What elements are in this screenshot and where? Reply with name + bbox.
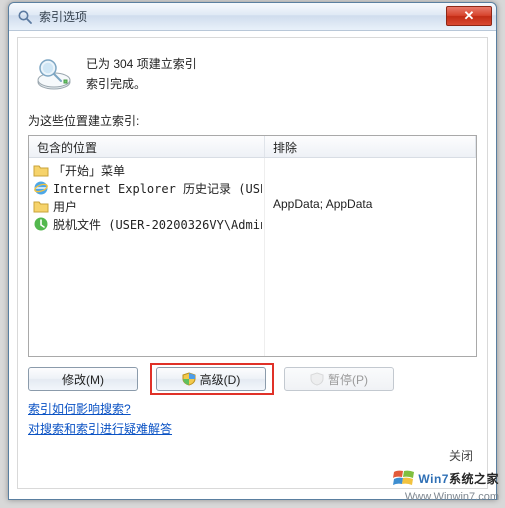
shield-icon — [310, 372, 324, 386]
client-area: 已为 304 项建立索引 索引完成。 为这些位置建立索引: 包含的位置 排除 「… — [17, 37, 488, 489]
titlebar[interactable]: 索引选项 ✕ — [9, 3, 496, 31]
help-link-how-indexing-affects-search[interactable]: 索引如何影响搜索? — [28, 402, 131, 416]
window-title: 索引选项 — [39, 8, 446, 25]
status-line-count: 已为 304 项建立索引 — [86, 54, 197, 74]
pause-button-label: 暂停(P) — [328, 371, 368, 388]
modify-button-label: 修改(M) — [62, 371, 104, 388]
close-icon: ✕ — [464, 8, 475, 24]
advanced-button[interactable]: 高级(D) — [156, 367, 266, 391]
list-item[interactable]: 脱机文件 (USER-20200326VY\Admin... — [31, 215, 262, 233]
help-link-troubleshoot[interactable]: 对搜索和索引进行疑难解答 — [28, 422, 172, 436]
included-column[interactable]: 「开始」菜单Internet Explorer 历史记录 (USE...用户脱机… — [29, 158, 265, 356]
list-item-label: 「开始」菜单 — [53, 162, 125, 179]
list-item-label: 脱机文件 (USER-20200326VY\Admin... — [53, 216, 262, 233]
inner-close-label: 关闭 — [449, 447, 473, 464]
shield-icon — [182, 372, 196, 386]
locations-list: 包含的位置 排除 「开始」菜单Internet Explorer 历史记录 (U… — [28, 135, 477, 357]
list-header: 包含的位置 排除 — [29, 136, 476, 158]
excluded-text: AppData; AppData — [273, 197, 468, 211]
status-text: 已为 304 项建立索引 索引完成。 — [86, 52, 197, 94]
excluded-column: AppData; AppData — [265, 158, 476, 356]
button-row: 修改(M) 高级(D) 暂停(P) — [28, 367, 477, 391]
drive-search-icon — [34, 58, 74, 92]
modify-button[interactable]: 修改(M) — [28, 367, 138, 391]
close-button[interactable]: ✕ — [446, 6, 492, 26]
locations-label: 为这些位置建立索引: — [28, 112, 477, 129]
column-excluded[interactable]: 排除 — [265, 136, 476, 157]
folder-icon — [33, 162, 49, 178]
list-item-label: Internet Explorer 历史记录 (USE... — [53, 180, 262, 197]
ie-icon — [33, 180, 49, 196]
search-icon — [17, 9, 33, 25]
pause-button: 暂停(P) — [284, 367, 394, 391]
list-body: 「开始」菜单Internet Explorer 历史记录 (USE...用户脱机… — [29, 158, 476, 356]
advanced-button-label: 高级(D) — [200, 371, 241, 388]
list-item[interactable]: Internet Explorer 历史记录 (USE... — [31, 179, 262, 197]
indexing-options-window: 索引选项 ✕ 已为 304 项建立索引 索引完成。 为这些位置建立索 — [8, 2, 497, 500]
column-included[interactable]: 包含的位置 — [29, 136, 265, 157]
list-item-label: 用户 — [53, 198, 77, 215]
offline-icon — [33, 216, 49, 232]
status-line-complete: 索引完成。 — [86, 74, 197, 94]
status-row: 已为 304 项建立索引 索引完成。 — [34, 52, 477, 94]
list-item[interactable]: 用户 — [31, 197, 262, 215]
folder-icon — [33, 198, 49, 214]
list-item[interactable]: 「开始」菜单 — [31, 161, 262, 179]
help-links: 索引如何影响搜索? 对搜索和索引进行疑难解答 — [28, 399, 477, 439]
